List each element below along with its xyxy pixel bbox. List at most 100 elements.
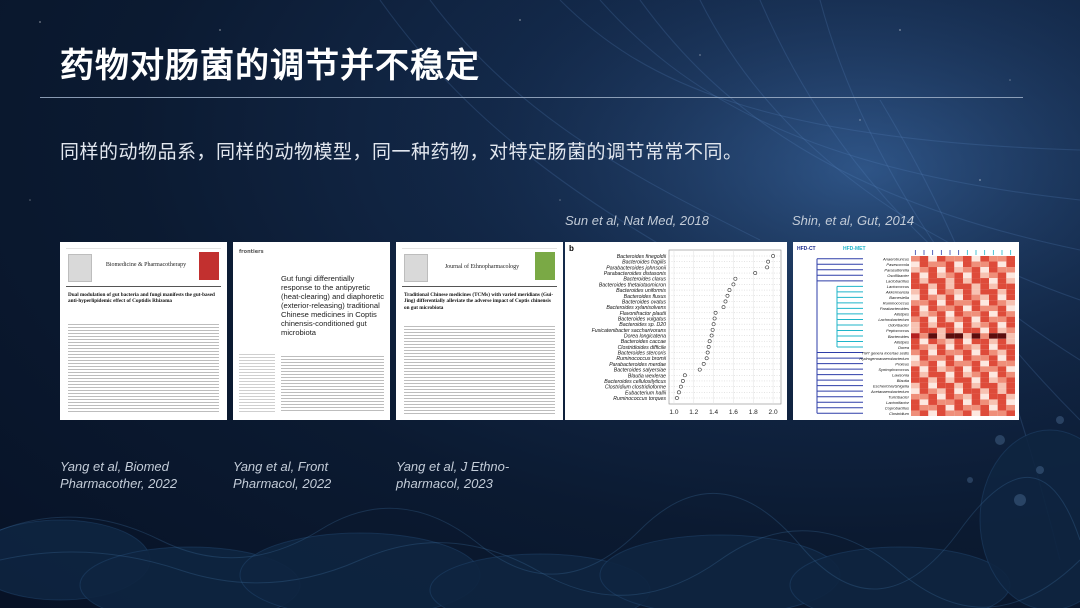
heatmap-cell (911, 349, 920, 356)
heatmap-cell (989, 294, 998, 301)
taxon-label: Blautia (897, 378, 910, 383)
heatmap-cell (971, 382, 981, 389)
heatmap-cell (954, 366, 963, 372)
elsevier-logo (68, 254, 92, 282)
heatmap-cell (937, 256, 946, 262)
heatmap-cell (911, 404, 920, 411)
taxon-label: Acetanaerobacterium (870, 389, 910, 394)
heatmap-cell (945, 256, 955, 262)
taxon-label: Syntrophococcus (878, 367, 909, 372)
heatmap-cell (963, 404, 972, 411)
caption-line-2: Pharmacol, 2022 (233, 476, 332, 491)
data-point (731, 282, 736, 287)
heatmap-cell (980, 333, 989, 339)
taxon-label: Bacteroides (888, 334, 909, 339)
heatmap-cell (963, 261, 972, 268)
heatmap-cell (919, 322, 929, 328)
heatmap-cell (997, 300, 1007, 306)
legend-hfd-met: HFD-MET (843, 246, 866, 252)
heatmap-cell (980, 322, 989, 328)
heatmap-cell (980, 289, 989, 295)
heatmap-cell (997, 388, 1007, 394)
data-point (712, 316, 717, 321)
heatmap-cell (989, 360, 998, 367)
heatmap-cell (980, 393, 989, 400)
heatmap-cell (911, 316, 920, 323)
heatmap-cell (980, 377, 989, 383)
heatmap-cell (997, 289, 1007, 295)
caption-line-1: Yang et al, Biomed (60, 459, 169, 474)
heatmap-cell (980, 272, 989, 279)
elsevier-logo (404, 254, 428, 282)
heatmap-cell (919, 344, 929, 350)
heatmap-cell (989, 344, 998, 350)
x-tick-label: 2.0 (769, 409, 778, 416)
heatmap-cell (945, 305, 955, 312)
heatmap-cell (980, 410, 989, 416)
heatmap-cell (1006, 344, 1015, 350)
taxon-label: Lactococcus (887, 284, 909, 289)
heatmap-cell (945, 360, 955, 367)
heatmap-cell (1006, 327, 1015, 334)
heatmap-cell (919, 338, 929, 345)
heatmap-cell (963, 393, 972, 400)
heatmap-cell (919, 333, 929, 339)
body-text-lines (281, 354, 384, 412)
heatmap-cell (971, 404, 981, 411)
data-point (765, 265, 770, 270)
heatmap-cell (937, 371, 946, 378)
heatmap-cell (1006, 377, 1015, 383)
heatmap-cell (963, 327, 972, 334)
journal-name: Biomedicine & Pharmacotherapy (105, 262, 187, 268)
heatmap-cell (989, 377, 998, 383)
taxon-label: Hydrogenoanaerobacterium (859, 356, 909, 361)
heatmap-cell (945, 311, 955, 317)
heatmap-cell (1006, 371, 1015, 378)
heatmap-cell (997, 377, 1007, 383)
heatmap-cell (919, 393, 929, 400)
heatmap-cell (919, 261, 929, 268)
heatmap-cell (963, 283, 972, 290)
heatmap-cell (928, 366, 937, 372)
heatmap-cell (928, 261, 937, 268)
heatmap-cell (971, 399, 981, 405)
heatmap-cell (928, 327, 937, 334)
heatmap-cell (989, 382, 998, 389)
heatmap-cell (911, 300, 920, 306)
heatmap-cell (963, 382, 972, 389)
data-point (706, 344, 711, 349)
heatmap-cell (945, 371, 955, 378)
heatmap-cell (989, 355, 998, 361)
data-point (733, 276, 738, 281)
heatmap-cell (980, 371, 989, 378)
heatmap-cell (954, 267, 963, 273)
taxon-label: Parabacteroides (880, 306, 909, 311)
data-point (697, 367, 702, 372)
heatmap-cell (980, 349, 989, 356)
taxon-label: Lachnobacterium (878, 317, 909, 322)
heatmap-cell (945, 278, 955, 284)
heatmap-cell (989, 300, 998, 306)
heatmap-cell (945, 322, 955, 328)
heatmap-cell (980, 404, 989, 411)
heatmap-cell (945, 366, 955, 372)
body-text-lines (404, 324, 555, 414)
heatmap-cell (928, 311, 937, 317)
heatmap-cell (997, 305, 1007, 312)
heatmap-cell (980, 388, 989, 394)
heatmap-cell (954, 256, 963, 262)
heatmap-cell (954, 333, 963, 339)
taxon-label: Barnesiella (889, 295, 910, 300)
heatmap-cell (954, 338, 963, 345)
data-point (707, 339, 712, 344)
heatmap-cell (937, 300, 946, 306)
heatmap-cell (911, 322, 920, 328)
heatmap-cell (919, 316, 929, 323)
heatmap-cell (971, 349, 981, 356)
body-text-lines (68, 322, 219, 414)
heatmap-cell (911, 289, 920, 295)
heatmap-cell (980, 399, 989, 405)
heatmap-cell (928, 256, 937, 262)
heatmap-cell (989, 327, 998, 334)
heatmap-cell (971, 355, 981, 361)
